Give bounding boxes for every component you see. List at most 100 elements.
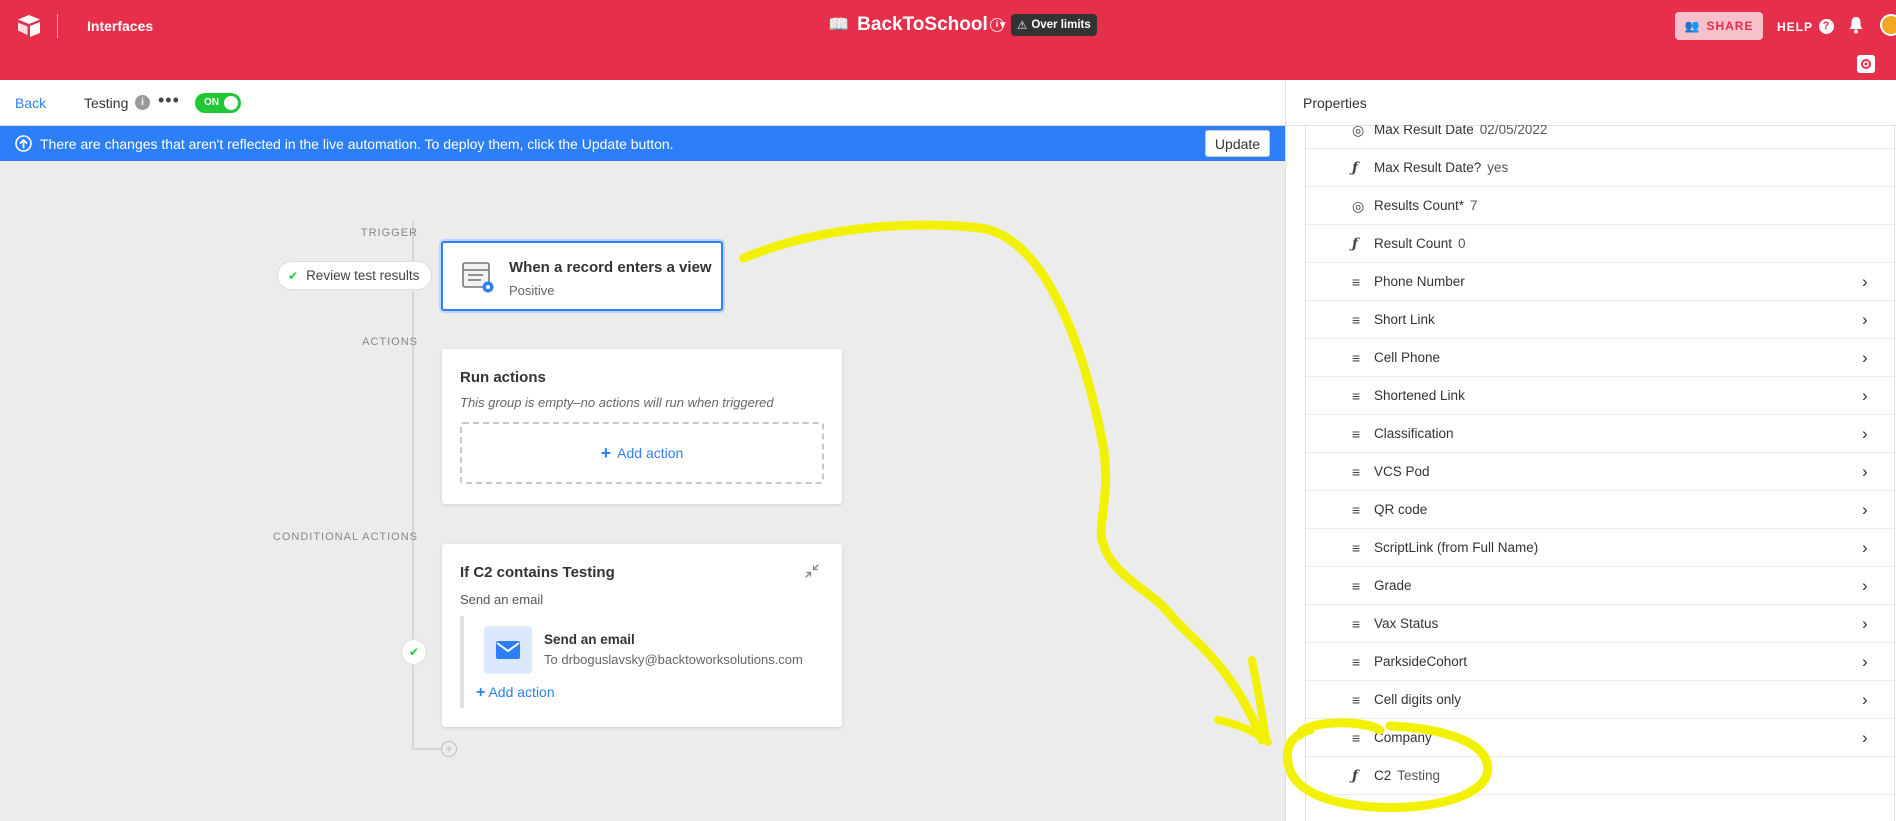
formula-icon: ƒ (1352, 768, 1359, 784)
chevron-right-icon[interactable]: › (1862, 538, 1868, 558)
property-field-row[interactable]: ≡ Shortened Link › (1306, 377, 1894, 415)
property-field-row[interactable]: ≡ VCS Pod › (1306, 453, 1894, 491)
lookup-icon: ≡ (1352, 540, 1361, 556)
property-field-row: ƒ Result Count 0 (1306, 225, 1894, 263)
users-icon: 👥 (1684, 19, 1701, 33)
top-bar: Interfaces 📖 BackToSchool ▼ i ⚠ Over lim… (0, 0, 1896, 80)
bell-icon[interactable] (1848, 16, 1864, 34)
update-button[interactable]: Update (1205, 130, 1270, 157)
add-conditional-action-button[interactable]: + Add action (476, 684, 555, 702)
property-field-row[interactable]: ≡ ScriptLink (from Full Name) › (1306, 529, 1894, 567)
automation-toggle[interactable]: ON (195, 93, 241, 113)
banner-message: There are changes that aren't reflected … (40, 136, 674, 152)
lookup-icon: ≡ (1352, 350, 1361, 366)
base-name-menu[interactable]: 📖 BackToSchool ▼ (828, 14, 1008, 36)
lookup-icon: ≡ (1352, 616, 1361, 632)
chevron-right-icon[interactable]: › (1862, 652, 1868, 672)
review-test-results-button[interactable]: ✔ Review test results (277, 261, 433, 290)
property-field-row[interactable]: ≡ Cell Phone › (1306, 339, 1894, 377)
back-link[interactable]: Back (15, 95, 46, 111)
warning-icon: ⚠ (1017, 20, 1028, 32)
chevron-right-icon[interactable]: › (1862, 690, 1868, 710)
field-name: Classification (1374, 426, 1454, 441)
chevron-right-icon[interactable]: › (1862, 728, 1868, 748)
property-field-row[interactable]: ≡ Short Link › (1306, 301, 1894, 339)
field-value: Testing (1397, 768, 1441, 783)
over-limits-badge[interactable]: ⚠ Over limits (1011, 14, 1097, 36)
chevron-right-icon[interactable]: › (1862, 462, 1868, 482)
field-name: ScriptLink (from Full Name) (1374, 540, 1539, 555)
field-name: Grade (1374, 578, 1412, 593)
chevron-right-icon[interactable]: › (1862, 310, 1868, 330)
lookup-icon: ≡ (1352, 274, 1361, 290)
field-name: Cell digits only (1374, 692, 1462, 707)
arrow-up-circle-icon (15, 135, 32, 152)
avatar[interactable] (1880, 14, 1896, 36)
property-field-row[interactable]: ≡ Classification › (1306, 415, 1894, 453)
flow-connector (412, 291, 414, 749)
share-button[interactable]: 👥 SHARE (1675, 12, 1763, 40)
property-field-row[interactable]: ≡ Cell digits only › (1306, 681, 1894, 719)
properties-panel: Properties ◎ Max Result Date 02/05/2022 ƒ Ma… (1285, 80, 1896, 821)
trigger-card[interactable]: When a record enters a view Positive (441, 241, 723, 311)
field-name: Cell Phone (1374, 350, 1441, 365)
property-field-row[interactable]: ≡ Vax Status › (1306, 605, 1894, 643)
chevron-right-icon[interactable]: › (1862, 348, 1868, 368)
add-condition-icon[interactable]: + (441, 741, 457, 757)
actions-section-label: ACTIONS (362, 336, 418, 348)
field-name: Short Link (1374, 312, 1435, 327)
info-icon[interactable]: i (135, 95, 150, 110)
info-icon[interactable]: i (990, 18, 1004, 32)
automation-canvas: TRIGGER ACTIONS CONDITIONAL ACTIONS ✔ Re… (0, 161, 1285, 821)
send-email-recipient: To drboguslavsky@backtoworksolutions.com (544, 652, 803, 667)
field-name: C2 (1374, 768, 1392, 783)
automation-name[interactable]: Testing (84, 95, 128, 111)
help-button[interactable]: HELP ? (1777, 19, 1835, 34)
property-field-list: ◎ Max Result Date 02/05/2022 ƒ Max Result Da… (1305, 125, 1895, 821)
lookup-icon: ≡ (1352, 312, 1361, 328)
property-field-row[interactable]: ≡ QR code › (1306, 491, 1894, 529)
chevron-right-icon[interactable]: › (1862, 424, 1868, 444)
collapse-icon[interactable] (805, 564, 819, 578)
more-options-icon[interactable]: ••• (158, 90, 180, 111)
field-label-wrap: Result Count 0 (1374, 236, 1466, 251)
run-actions-card[interactable]: Run actions This group is empty–no actio… (442, 349, 842, 504)
conditional-section-label: CONDITIONAL ACTIONS (272, 531, 418, 543)
chevron-right-icon[interactable]: › (1862, 500, 1868, 520)
field-name: ParksideCohort (1374, 654, 1468, 669)
chevron-right-icon[interactable]: › (1862, 272, 1868, 292)
property-field-row[interactable]: ≡ Grade › (1306, 567, 1894, 605)
plus-icon: + (600, 442, 612, 463)
field-name: Results Count* (1374, 198, 1465, 213)
property-field-row[interactable]: ≡ Phone Number › (1306, 263, 1894, 301)
question-icon: ? (1819, 19, 1835, 34)
extension-icon[interactable] (1857, 55, 1875, 73)
add-action-label: Add action (488, 684, 555, 700)
chevron-right-icon[interactable]: › (1862, 576, 1868, 596)
lookup-icon: ≡ (1352, 654, 1361, 670)
field-label-wrap: C2 Testing (1374, 768, 1440, 783)
flow-connector (412, 748, 442, 750)
field-label-wrap: Results Count* 7 (1374, 198, 1478, 213)
property-field-row[interactable]: ≡ ParksideCohort › (1306, 643, 1894, 681)
field-value: 0 (1458, 236, 1466, 251)
field-name: Company (1374, 730, 1432, 745)
property-field-row: ƒ Max Result Date? yes (1306, 149, 1894, 187)
property-field-row[interactable]: ≡ Company › (1306, 719, 1894, 757)
field-name: Max Result Date (1374, 125, 1474, 137)
condition-title: If C2 contains Testing (460, 564, 615, 581)
field-name: QR code (1374, 502, 1428, 517)
send-email-title[interactable]: Send an email (544, 632, 635, 647)
add-action-button[interactable]: + Add action (460, 422, 824, 484)
divider (57, 14, 58, 38)
conditional-action-card[interactable]: If C2 contains Testing Send an email Sen… (442, 544, 842, 727)
interfaces-link[interactable]: Interfaces (87, 18, 153, 34)
field-name: Shortened Link (1374, 388, 1465, 403)
rollup-icon: ◎ (1352, 198, 1365, 214)
trigger-section-label: TRIGGER (360, 227, 418, 239)
condition-status-check-icon: ✔ (401, 639, 427, 665)
chevron-right-icon[interactable]: › (1862, 614, 1868, 634)
airtable-logo-icon[interactable] (16, 14, 42, 38)
field-name: Phone Number (1374, 274, 1465, 289)
chevron-right-icon[interactable]: › (1862, 386, 1868, 406)
